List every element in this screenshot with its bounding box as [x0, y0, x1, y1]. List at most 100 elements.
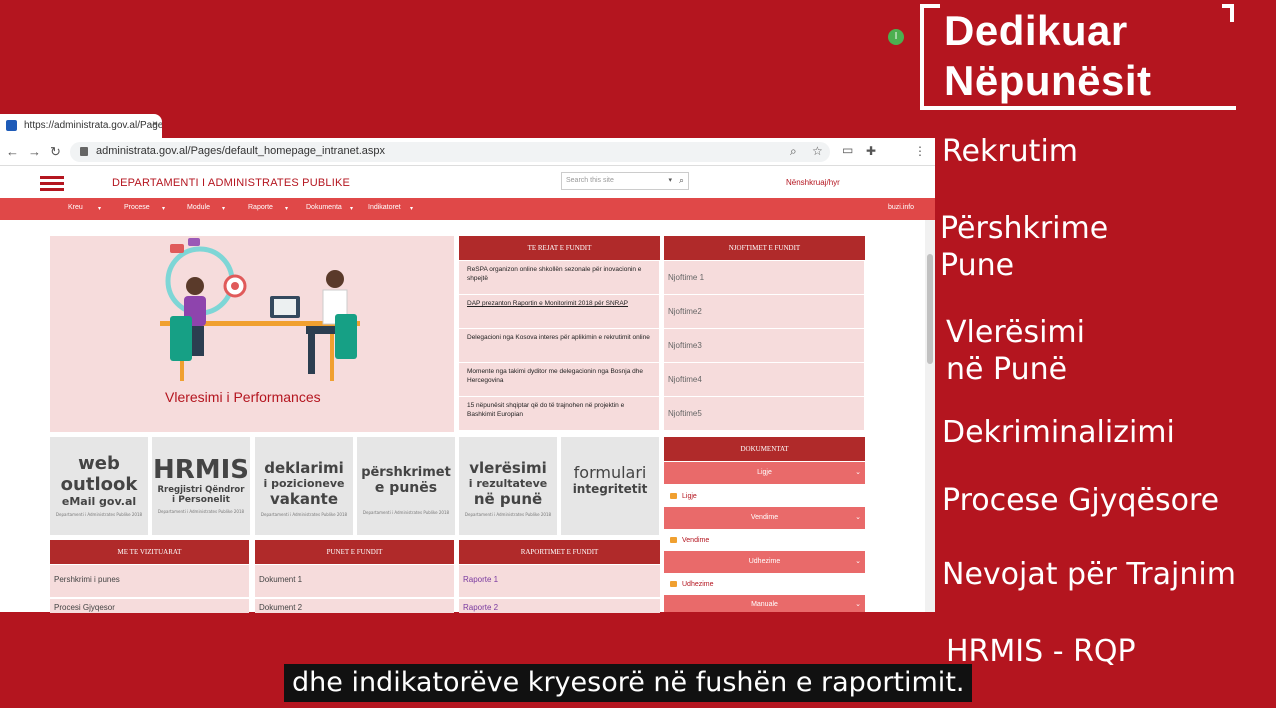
- folder-icon: [670, 537, 677, 543]
- tile-line-2: e punës: [374, 480, 438, 496]
- tile-footer: Departamenti i Administrates Publike 201…: [260, 512, 348, 517]
- tile-line-3: eMail gov.al: [61, 495, 137, 508]
- reports-item[interactable]: Raporte 1: [459, 565, 660, 597]
- visited-item[interactable]: Pershkrimi i punes: [50, 565, 249, 597]
- documents-select-manuale[interactable]: Manuale ⌄: [664, 595, 865, 612]
- folder-label: Vendime: [682, 537, 710, 544]
- folder-vendime[interactable]: Vendime: [664, 532, 865, 550]
- zoom-icon[interactable]: ⌕: [790, 144, 797, 159]
- tile-formulari[interactable]: formulari integritetit: [561, 437, 659, 535]
- signin-link[interactable]: Nënshkruaj/hyr: [786, 178, 840, 187]
- news-item[interactable]: ReSPA organizon online shkollën sezonale…: [459, 261, 659, 294]
- tile-line-3: i Personelit: [172, 495, 230, 505]
- topic-pershkrime: Përshkrime: [940, 211, 1109, 246]
- topic-vleresimi: Vlerësimi: [946, 315, 1085, 350]
- tile-line-2: i rezultateve: [468, 477, 548, 490]
- site-title[interactable]: DEPARTAMENTI I ADMINISTRATES PUBLIKE: [112, 177, 350, 189]
- tile-deklarimi[interactable]: deklarimi i pozicioneve vakante Departam…: [255, 437, 353, 535]
- favicon-icon: [6, 120, 17, 131]
- jobs-header: PUNET E FUNDIT: [255, 540, 454, 564]
- menu-raporte[interactable]: Raporte: [248, 204, 273, 211]
- folder-udhezime[interactable]: Udhezime: [664, 576, 865, 594]
- notice-item[interactable]: Njoftime4: [664, 363, 864, 396]
- hamburger-icon[interactable]: [40, 176, 64, 192]
- site-search-input[interactable]: Search this site ▾ ⌕: [561, 172, 689, 190]
- performance-illustration: [160, 238, 360, 381]
- reports-header: RAPORTIMET E FUNDIT: [459, 540, 660, 564]
- hero-title: Vleresimi i Performances: [165, 389, 321, 405]
- documents-select-vendime[interactable]: Vendime ⌄: [664, 507, 865, 529]
- chevron-down-icon: ▾: [162, 206, 166, 212]
- jobs-item[interactable]: Dokument 2: [255, 599, 454, 613]
- documents-header: DOKUMENTAT: [664, 437, 865, 461]
- close-tab-icon[interactable]: ×: [152, 119, 158, 130]
- documents-select-udhezime[interactable]: Udhezime ⌄: [664, 551, 865, 573]
- select-label: Manuale: [751, 601, 778, 608]
- tile-footer: Departamenti i Administrates Publike 201…: [55, 512, 143, 517]
- chevron-down-icon[interactable]: ▾: [668, 176, 672, 184]
- notice-item[interactable]: Njoftime5: [664, 397, 864, 430]
- brand-frame-top: [920, 4, 940, 8]
- folder-icon: [670, 493, 677, 499]
- documents-select-ligje[interactable]: Ligje ⌄: [664, 462, 865, 484]
- notice-item[interactable]: Njoftime3: [664, 329, 864, 362]
- tile-line-3: në punë: [473, 490, 543, 508]
- menu-module[interactable]: Module: [187, 204, 210, 211]
- news-item[interactable]: 15 nëpunësit shqiptar që do të trajnohen…: [459, 397, 659, 430]
- user-name[interactable]: buzi.info: [888, 204, 914, 211]
- tile-line-1: deklarimi: [264, 459, 344, 477]
- avatar[interactable]: I: [888, 29, 904, 45]
- visited-header: ME TE VIZITUARAT: [50, 540, 249, 564]
- menu-kreu[interactable]: Kreu: [68, 204, 83, 211]
- tile-footer: Departamenti i Administrates Publike 201…: [464, 512, 552, 517]
- folder-ligje[interactable]: Ligje: [664, 488, 865, 506]
- menu-procese[interactable]: Procese: [124, 204, 150, 211]
- chevron-down-icon: ▾: [350, 206, 354, 212]
- search-icon[interactable]: ⌕: [679, 175, 684, 186]
- menu-dokumenta[interactable]: Dokumenta: [306, 204, 342, 211]
- reports-item[interactable]: Raporte 2: [459, 599, 660, 613]
- tile-vleresimi[interactable]: vlerësimi i rezultateve në punë Departam…: [459, 437, 557, 535]
- notices-header: NJOFTIMET E FUNDIT: [664, 236, 865, 260]
- scrollbar-thumb[interactable]: [927, 254, 933, 364]
- cast-icon[interactable]: ▭: [842, 143, 853, 157]
- brand-line-1: Dedikuar: [944, 7, 1128, 54]
- back-icon[interactable]: ←: [6, 144, 19, 159]
- tile-hrmis[interactable]: HRMIS Rregjistri Qëndror i Personelit De…: [152, 437, 250, 535]
- tile-footer: Departamenti i Administrates Publike 201…: [362, 510, 450, 515]
- brand-line-2: Nëpunësit: [944, 57, 1152, 104]
- tile-web-outlook[interactable]: web outlook eMail gov.al Departamenti i …: [50, 437, 148, 535]
- tile-line-1: web: [78, 453, 120, 474]
- main-menu: Kreu ▾ Procese ▾ Module ▾ Raporte ▾ Doku…: [0, 198, 935, 220]
- tile-line-2: Rregjistri Qëndror: [157, 485, 245, 495]
- topic-hrmis-rqp: HRMIS - RQP: [946, 634, 1136, 669]
- star-icon[interactable]: ☆: [812, 144, 823, 158]
- select-label: Ligje: [757, 469, 772, 476]
- menu-dots-icon[interactable]: ⋮: [914, 144, 926, 158]
- topic-dekriminalizimi: Dekriminalizimi: [942, 415, 1175, 450]
- tile-line-3: vakante: [269, 490, 339, 508]
- chevron-down-icon: ⌄: [855, 514, 861, 521]
- browser-tab[interactable]: https://administrata.gov.al/Pages/ ×: [0, 114, 162, 138]
- visited-item[interactable]: Procesi Gjyqesor: [50, 599, 249, 613]
- url-field[interactable]: administrata.gov.al/Pages/default_homepa…: [70, 142, 830, 162]
- menu-indikatoret[interactable]: Indikatoret: [368, 204, 401, 211]
- jobs-item[interactable]: Dokument 1: [255, 565, 454, 597]
- reload-icon[interactable]: ↻: [50, 144, 61, 160]
- extensions-icon[interactable]: ✚: [866, 144, 876, 158]
- forward-icon[interactable]: →: [28, 144, 41, 159]
- notice-item[interactable]: Njoftime2: [664, 295, 864, 328]
- news-item[interactable]: DAP prezanton Raportin e Monitorimit 201…: [459, 295, 659, 328]
- tile-pershkrimet[interactable]: përshkrimet e punës Departamenti i Admin…: [357, 437, 455, 535]
- tile-line-2: integritetit: [572, 482, 648, 496]
- news-item[interactable]: Delegacioni nga Kosova interes për aplik…: [459, 329, 659, 362]
- search-placeholder: Search this site: [566, 177, 614, 184]
- site-header: DEPARTAMENTI I ADMINISTRATES PUBLIKE Sea…: [0, 166, 935, 198]
- notice-item[interactable]: Njoftime 1: [664, 261, 864, 294]
- folder-icon: [670, 581, 677, 587]
- topic-procese-gjyqesore: Procese Gjyqësore: [942, 483, 1220, 518]
- tile-line-1: përshkrimet: [361, 465, 451, 480]
- chevron-down-icon: ▾: [285, 206, 289, 212]
- news-item[interactable]: Momente nga takimi dyditor me delegacion…: [459, 363, 659, 396]
- tile-line-1: formulari: [573, 463, 647, 482]
